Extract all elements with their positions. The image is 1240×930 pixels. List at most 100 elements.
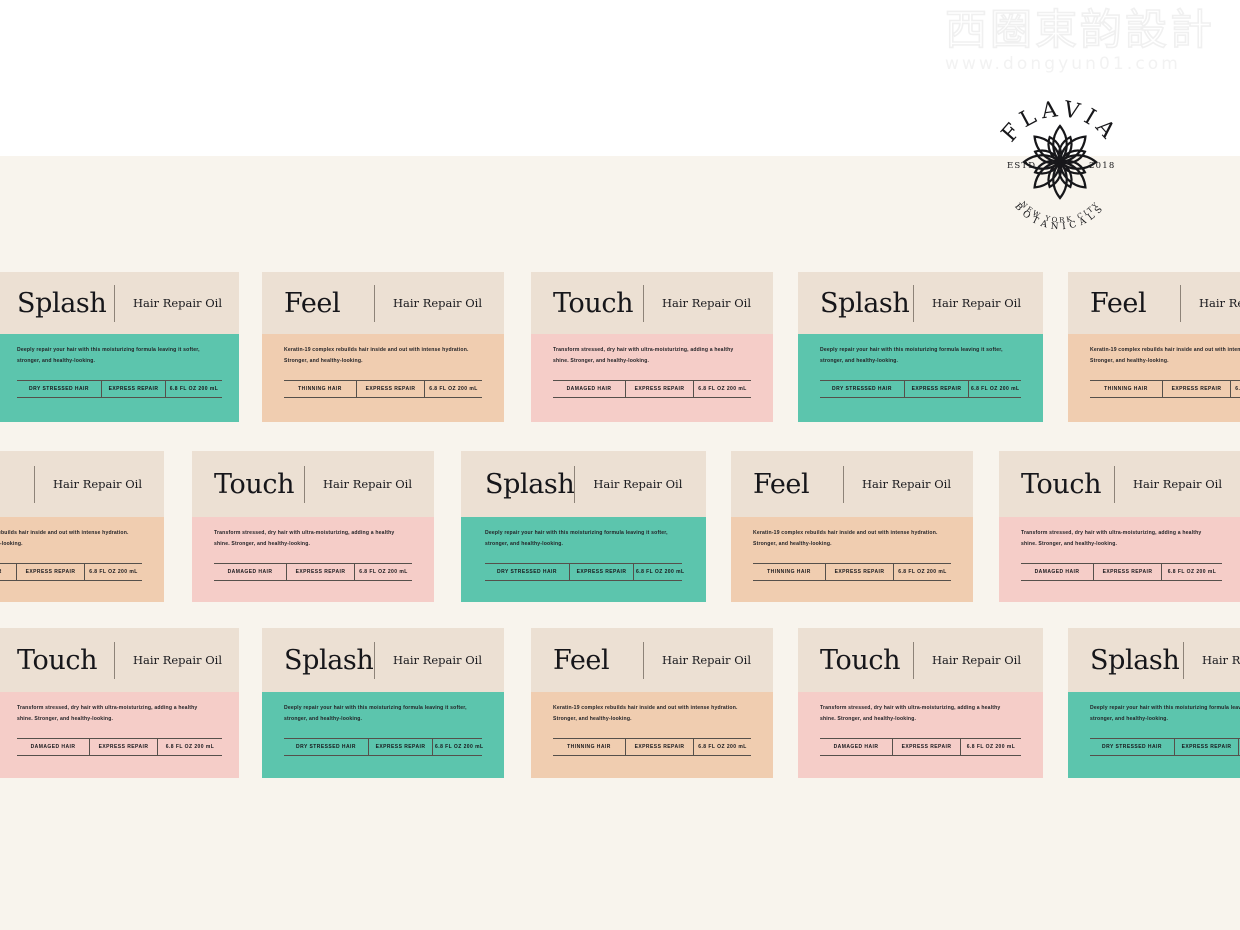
product-subtitle: Hair Repair Oil bbox=[1201, 653, 1240, 667]
label-card[interactable]: Splash Hair Repair Oil Deeply repair you… bbox=[461, 451, 706, 602]
product-name: Feel bbox=[1090, 287, 1147, 319]
product-description: Deeply repair your hair with this moistu… bbox=[284, 705, 467, 722]
label-card[interactable]: Feel Hair Repair Oil Keratin-19 complex … bbox=[531, 628, 773, 778]
spec-hair-type: THINNING HAIR bbox=[767, 569, 811, 575]
product-description: Deeply repair your hair with this moistu… bbox=[820, 347, 1003, 364]
product-subtitle: Hair Repair Oil bbox=[593, 477, 683, 491]
header-divider bbox=[642, 641, 644, 679]
spec-strip: THINNING HAIR EXPRESS REPAIR 6.8 FL OZ 2… bbox=[753, 563, 951, 581]
spec-hair-type: DRY STRESSED HAIR bbox=[1102, 744, 1162, 750]
label-card[interactable]: Feel Hair Repair Oil Keratin-19 complex … bbox=[731, 451, 973, 602]
label-card[interactable]: Splash Hair Repair Oil Deeply repair you… bbox=[0, 272, 239, 422]
label-body: Keratin-19 complex rebuilds hair inside … bbox=[731, 517, 973, 602]
label-card[interactable]: Touch Hair Repair Oil Transform stressed… bbox=[798, 628, 1043, 778]
label-card[interactable]: Splash Hair Repair Oil Deeply repair you… bbox=[1068, 628, 1240, 778]
svg-text:FLAVIA: FLAVIA bbox=[997, 97, 1123, 147]
spec-hair-type: THINNING HAIR bbox=[567, 744, 611, 750]
label-card[interactable]: Touch Hair Repair Oil Transform stressed… bbox=[531, 272, 773, 422]
label-body: Deeply repair your hair with this moistu… bbox=[1068, 692, 1240, 778]
label-grid-row-2: Feel Hair Repair Oil Keratin-19 complex … bbox=[0, 451, 1240, 602]
spec-strip: DAMAGED HAIR EXPRESS REPAIR 6.8 FL OZ 20… bbox=[553, 380, 751, 398]
spec-volume: 6.8 FL OZ 200 mL bbox=[84, 564, 142, 580]
label-header: Splash Hair Repair Oil bbox=[0, 272, 239, 334]
header-divider bbox=[642, 284, 644, 322]
label-grid-row-1: Splash Hair Repair Oil Deeply repair you… bbox=[0, 272, 1240, 422]
header-divider bbox=[373, 284, 375, 322]
product-description: Keratin-19 complex rebuilds hair inside … bbox=[553, 705, 738, 722]
spec-benefit: EXPRESS REPAIR bbox=[569, 564, 633, 580]
label-body: Transform stressed, dry hair with ultra-… bbox=[798, 692, 1043, 778]
spec-benefit: EXPRESS REPAIR bbox=[825, 564, 893, 580]
product-subtitle: Hair Repair Oil bbox=[661, 653, 751, 667]
label-header: Touch Hair Repair Oil bbox=[798, 628, 1043, 692]
label-header: Touch Hair Repair Oil bbox=[531, 272, 773, 334]
product-subtitle: Hair Repair Oil bbox=[861, 477, 951, 491]
product-subtitle: Hair Repair Oil bbox=[132, 653, 222, 667]
spec-strip: DRY STRESSED HAIR EXPRESS REPAIR 6.8 FL … bbox=[284, 738, 483, 756]
product-description: Transform stressed, dry hair with ultra-… bbox=[553, 347, 734, 364]
spec-benefit: EXPRESS REPAIR bbox=[1093, 564, 1161, 580]
label-header: Splash Hair Repair Oil bbox=[1068, 628, 1240, 692]
label-card[interactable]: Splash Hair Repair Oil Deeply repair you… bbox=[262, 628, 504, 778]
label-card[interactable]: Splash Hair Repair Oil Deeply repair you… bbox=[798, 272, 1043, 422]
spec-benefit: EXPRESS REPAIR bbox=[16, 564, 84, 580]
flavia-brand-logo: FLAVIA ESTD 2018 BOTANICALS NEW YORK CIT… bbox=[985, 76, 1135, 244]
spec-volume: 6.8 FL OZ 200 mL bbox=[432, 739, 486, 755]
header-divider bbox=[113, 284, 115, 322]
product-subtitle: Hair Repair Oil bbox=[661, 296, 751, 310]
spec-benefit: EXPRESS REPAIR bbox=[904, 381, 968, 397]
spec-benefit: EXPRESS REPAIR bbox=[89, 739, 157, 755]
product-name: Splash bbox=[820, 287, 910, 319]
product-name: Splash bbox=[17, 287, 107, 319]
spec-hair-type: THINNING HAIR bbox=[0, 564, 16, 580]
product-name: Touch bbox=[553, 287, 634, 319]
spec-volume: 6.8 FL OZ 200 mL bbox=[693, 381, 751, 397]
label-header: Splash Hair Repair Oil bbox=[798, 272, 1043, 334]
label-card[interactable]: Touch Hair Repair Oil Transform stressed… bbox=[0, 628, 239, 778]
spec-strip: DAMAGED HAIR EXPRESS REPAIR 6.8 FL OZ 20… bbox=[820, 738, 1021, 756]
product-description: Deeply repair your hair with this moistu… bbox=[1090, 705, 1240, 722]
label-header: Splash Hair Repair Oil bbox=[461, 451, 706, 517]
spec-strip: DAMAGED HAIR EXPRESS REPAIR 6.8 FL OZ 20… bbox=[214, 563, 412, 581]
spec-strip: DRY STRESSED HAIR EXPRESS REPAIR 6.8 FL … bbox=[485, 563, 684, 581]
product-subtitle: Hair Repair Oil bbox=[1132, 477, 1222, 491]
label-card[interactable]: Touch Hair Repair Oil Transform stressed… bbox=[999, 451, 1240, 602]
label-card[interactable]: Feel Hair Repair Oil Keratin-19 complex … bbox=[0, 451, 164, 602]
spec-strip: THINNING HAIR EXPRESS REPAIR 6.8 FL OZ 2… bbox=[553, 738, 751, 756]
product-description: Keratin-19 complex rebuilds hair inside … bbox=[753, 530, 938, 547]
header-divider bbox=[1179, 284, 1181, 322]
spec-strip: DAMAGED HAIR EXPRESS REPAIR 6.8 FL OZ 20… bbox=[1021, 563, 1222, 581]
spec-hair-type: DAMAGED HAIR bbox=[227, 569, 273, 575]
product-description: Deeply repair your hair with this moistu… bbox=[17, 347, 200, 364]
spec-volume: 6.8 FL OZ 200 mL bbox=[633, 564, 687, 580]
header-divider bbox=[842, 465, 844, 503]
product-subtitle: Hair Repair Oil bbox=[392, 296, 482, 310]
spec-hair-type: THINNING HAIR bbox=[298, 386, 342, 392]
label-body: Transform stressed, dry hair with ultra-… bbox=[531, 334, 773, 422]
spec-volume: 6.8 FL OZ 200 mL bbox=[424, 381, 482, 397]
label-body: Transform stressed, dry hair with ultra-… bbox=[192, 517, 434, 602]
label-body: Transform stressed, dry hair with ultra-… bbox=[999, 517, 1240, 602]
logo-brandname-text: FLAVIA bbox=[997, 97, 1118, 147]
label-card[interactable]: Feel Hair Repair Oil Keratin-19 complex … bbox=[1068, 272, 1240, 422]
header-divider bbox=[33, 465, 35, 503]
product-name: Touch bbox=[820, 644, 901, 676]
spec-benefit: EXPRESS REPAIR bbox=[1162, 381, 1230, 397]
header-divider bbox=[912, 284, 914, 322]
product-description: Transform stressed, dry hair with ultra-… bbox=[1021, 530, 1202, 547]
label-card[interactable]: Touch Hair Repair Oil Transform stressed… bbox=[192, 451, 434, 602]
product-subtitle: Hair Repair Oil bbox=[52, 477, 142, 491]
label-body: Keratin-19 complex rebuilds hair inside … bbox=[262, 334, 504, 422]
label-header: Feel Hair Repair Oil bbox=[262, 272, 504, 334]
product-subtitle: Hair Repair Oil bbox=[931, 653, 1021, 667]
label-grid-row-3: Touch Hair Repair Oil Transform stressed… bbox=[0, 628, 1240, 778]
spec-volume: 6.8 FL OZ 200 mL bbox=[968, 381, 1022, 397]
header-divider bbox=[373, 641, 375, 679]
label-card[interactable]: Feel Hair Repair Oil Keratin-19 complex … bbox=[262, 272, 504, 422]
spec-benefit: EXPRESS REPAIR bbox=[356, 381, 424, 397]
label-body: Keratin-19 complex rebuilds hair inside … bbox=[1068, 334, 1240, 422]
header-divider bbox=[1113, 465, 1115, 503]
label-header: Feel Hair Repair Oil bbox=[0, 451, 164, 517]
spec-benefit: EXPRESS REPAIR bbox=[368, 739, 432, 755]
spec-hair-type: DRY STRESSED HAIR bbox=[296, 744, 356, 750]
